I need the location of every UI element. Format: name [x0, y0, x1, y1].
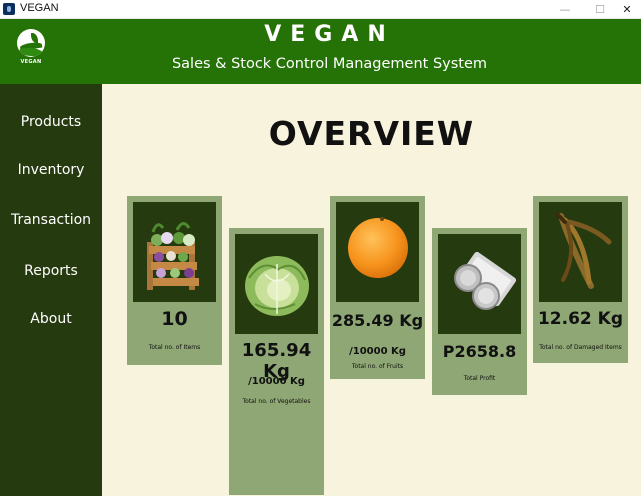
main-content: OVERVIEW 10 Total no. of Items 165.94 Kg… — [102, 84, 641, 496]
items-value: 10 — [161, 308, 188, 330]
cabbage-icon — [235, 234, 318, 334]
sidebar-item-products[interactable]: Products — [0, 114, 102, 130]
fruits-caption: Total no. of Fruits — [351, 363, 404, 370]
fruits-value: 285.49 Kg — [331, 311, 424, 330]
stat-card-damaged: 12.62 Kg Total no. of Damaged Items — [533, 196, 628, 363]
app-icon — [3, 3, 15, 15]
stat-card-fruits: 285.49 Kg /10000 Kg Total no. of Fruits — [330, 196, 425, 379]
close-button[interactable]: ✕ — [613, 0, 641, 19]
profit-value: P2658.8 — [442, 342, 517, 361]
crate-icon — [133, 202, 216, 302]
rotten-banana-icon — [539, 202, 622, 302]
stat-card-vegetables: 165.94 Kg /10000 Kg Total no. of Vegetab… — [229, 228, 324, 495]
sidebar-item-inventory[interactable]: Inventory — [0, 162, 102, 178]
sidebar: Products Inventory Transaction Reports A… — [0, 84, 102, 496]
damaged-caption: Total no. of Damaged Items — [539, 344, 622, 351]
profit-caption: Total Profit — [463, 375, 496, 382]
stat-card-profit: P2658.8 Total Profit — [432, 228, 527, 395]
coins-icon — [438, 234, 521, 334]
vegetables-capacity: /10000 Kg — [248, 376, 305, 387]
orange-icon — [336, 202, 419, 302]
fruits-capacity: /10000 Kg — [349, 346, 406, 357]
page-title: OVERVIEW — [268, 114, 475, 153]
sidebar-item-about[interactable]: About — [0, 311, 102, 327]
app-subtitle: Sales & Stock Control Management System — [171, 56, 488, 72]
sidebar-item-transaction[interactable]: Transaction — [0, 212, 102, 228]
items-caption: Total no. of Items — [148, 344, 201, 351]
stat-card-items: 10 Total no. of Items — [127, 196, 222, 365]
app-header: VEGAN VEGAN Sales & Stock Control Manage… — [0, 19, 641, 84]
window-title: VEGAN — [20, 2, 59, 14]
maximize-button[interactable]: ☐ — [586, 0, 614, 19]
sidebar-item-reports[interactable]: Reports — [0, 263, 102, 279]
vegetables-caption: Total no. of Vegetables — [242, 398, 311, 405]
minimize-button[interactable]: — — [551, 0, 579, 19]
window-titlebar: VEGAN — ☐ ✕ — [0, 0, 641, 19]
damaged-value: 12.62 Kg — [537, 309, 624, 329]
app-title: VEGAN — [264, 22, 395, 47]
